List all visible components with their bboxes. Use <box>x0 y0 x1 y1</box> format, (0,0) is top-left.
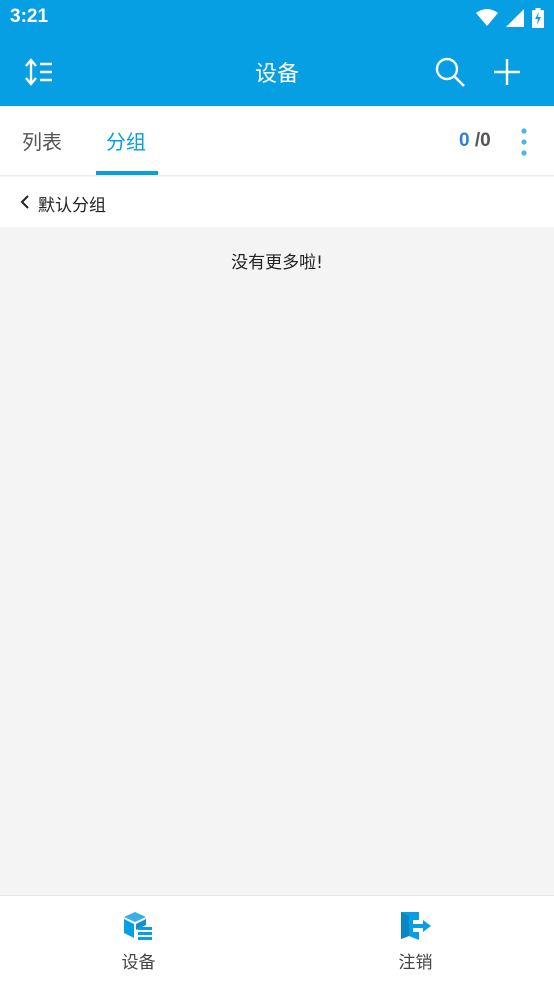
search-icon[interactable] <box>434 56 466 88</box>
group-header: 默认分组 <box>0 177 554 227</box>
chevron-left-icon[interactable] <box>18 194 32 210</box>
counter-total: /0 <box>474 130 491 151</box>
wifi-icon <box>476 9 498 26</box>
signal-icon <box>506 9 524 27</box>
nav-devices[interactable]: 设备 <box>0 896 277 984</box>
status-icons <box>476 8 544 28</box>
group-name[interactable]: 默认分组 <box>38 191 106 216</box>
bottom-nav: 设备 注销 <box>0 895 554 984</box>
logout-icon <box>401 912 431 940</box>
more-vertical-icon[interactable] <box>512 126 536 158</box>
battery-charging-icon <box>532 8 544 28</box>
counter-current: 0 <box>459 130 470 151</box>
app-bar: 设备 <box>0 36 554 106</box>
empty-message: 没有更多啦! <box>231 253 323 273</box>
device-box-icon <box>124 912 152 940</box>
device-counter: 0 /0 <box>459 130 491 152</box>
status-time: 3:21 <box>10 6 49 27</box>
tab-bar: 列表 分组 0 /0 <box>0 106 554 176</box>
tab-group[interactable]: 分组 <box>106 126 146 155</box>
page-title: 设备 <box>254 62 299 87</box>
nav-logout-label: 注销 <box>398 953 433 973</box>
status-bar: 3:21 <box>0 0 554 36</box>
add-icon[interactable] <box>491 56 523 88</box>
nav-devices-label: 设备 <box>121 953 156 973</box>
tab-indicator <box>96 171 158 175</box>
device-list: 没有更多啦! <box>0 227 554 895</box>
nav-logout[interactable]: 注销 <box>277 896 554 984</box>
tab-list[interactable]: 列表 <box>22 126 62 155</box>
